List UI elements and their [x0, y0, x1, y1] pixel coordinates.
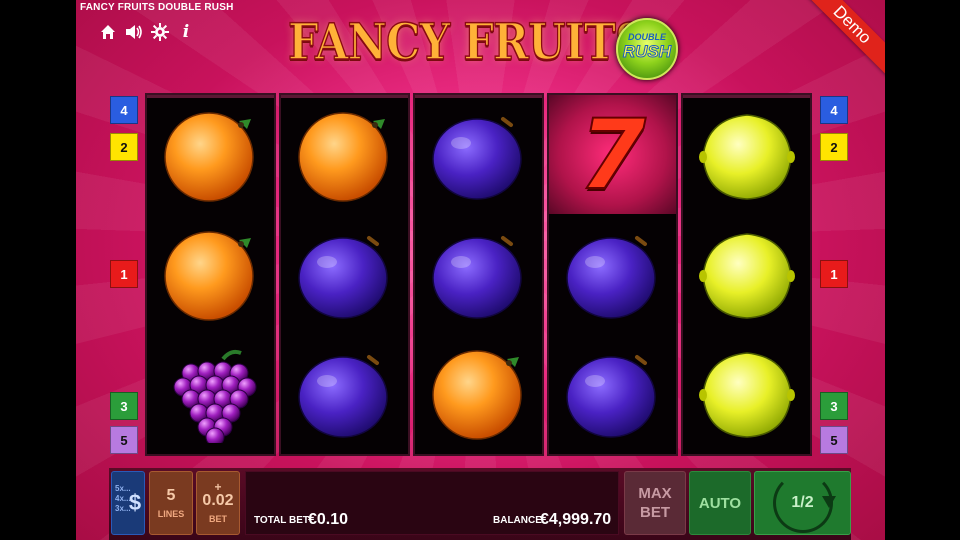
currency-paytable-button[interactable]: 5x... 4x... 3x... $: [111, 471, 145, 535]
grapes-symbol: [147, 333, 274, 452]
game-logo: FANCY FRUITS DOUBLE RUSH: [286, 10, 686, 80]
seven-symbol: 7: [549, 95, 676, 214]
spin-label: 1/2: [791, 494, 814, 511]
paytable-hint-line: 4x...: [115, 494, 131, 503]
reel-grid: 7: [145, 93, 817, 456]
spin-button[interactable]: 1/2: [754, 471, 851, 535]
max-bet-line1: MAX: [638, 485, 672, 502]
info-icon[interactable]: i: [176, 22, 196, 42]
orange-symbol: [147, 95, 274, 214]
bet-button[interactable]: + 0.02 BET: [196, 471, 240, 535]
home-icon[interactable]: [98, 22, 118, 42]
plum-symbol: [549, 214, 676, 333]
spin-arrow-icon: 1/2: [772, 473, 836, 533]
orange-symbol: [147, 214, 274, 333]
reel-1: [145, 93, 276, 456]
line-markers-left: 4 2 1 3 5: [110, 93, 140, 456]
total-bet-value: €0.10: [308, 511, 349, 528]
line-marker-5-left[interactable]: 5: [110, 426, 138, 454]
paytable-hint: 5x... 4x... 3x...: [115, 484, 131, 514]
badge-top-text: DOUBLE: [628, 32, 666, 42]
max-bet-button[interactable]: MAX BET: [624, 471, 686, 535]
reel-3: [413, 93, 544, 456]
reel-4: 7: [547, 93, 678, 456]
orange-symbol: [415, 333, 542, 452]
speaker-icon[interactable]: [124, 22, 144, 42]
balance-value: €4,999.70: [540, 511, 612, 528]
lemon-symbol: [683, 95, 810, 214]
bet-value: 0.02: [202, 492, 234, 509]
window-title: FANCY FRUITS DOUBLE RUSH: [80, 2, 234, 13]
bet-balance-display: TOTAL BET €0.10 BALANCE €4,999.70: [245, 471, 619, 535]
game-stage: FANCY FRUITS DOUBLE RUSH i FANCY FRUITS …: [76, 0, 885, 540]
badge-bottom-text: RUSH: [622, 42, 672, 62]
balance-label: BALANCE: [493, 515, 542, 526]
plum-symbol: [415, 214, 542, 333]
total-bet-label: TOTAL BET: [254, 515, 309, 526]
reel-5: [681, 93, 812, 456]
paytable-hint-line: 5x...: [115, 484, 131, 493]
line-marker-3-left[interactable]: 3: [110, 392, 138, 420]
plum-symbol: [549, 333, 676, 452]
orange-symbol: [281, 95, 408, 214]
lemon-symbol: [683, 214, 810, 333]
lines-value: 5: [166, 487, 176, 504]
control-panel: 5x... 4x... 3x... $ 5 LINES + 0.02 BET T…: [109, 468, 851, 540]
line-marker-4-left[interactable]: 4: [110, 96, 138, 124]
max-bet-line2: BET: [640, 504, 670, 521]
line-marker-1-right[interactable]: 1: [820, 260, 848, 288]
line-marker-5-right[interactable]: 5: [820, 426, 848, 454]
paytable-hint-line: 3x...: [115, 504, 131, 513]
lines-button[interactable]: 5 LINES: [149, 471, 193, 535]
auto-button[interactable]: AUTO: [689, 471, 751, 535]
gear-icon[interactable]: [150, 22, 170, 42]
logo-text: FANCY FRUITS: [287, 11, 646, 72]
line-markers-right: 4 2 1 3 5: [820, 93, 850, 456]
line-marker-1-left[interactable]: 1: [110, 260, 138, 288]
line-marker-4-right[interactable]: 4: [820, 96, 848, 124]
top-toolbar: i: [98, 22, 196, 42]
plum-symbol: [281, 214, 408, 333]
line-marker-2-left[interactable]: 2: [110, 133, 138, 161]
bet-increase-icon[interactable]: +: [214, 481, 221, 493]
seven-symbol-label: 7: [578, 98, 647, 211]
line-marker-3-right[interactable]: 3: [820, 392, 848, 420]
reel-2: [279, 93, 410, 456]
bet-label: BET: [209, 514, 227, 524]
double-rush-badge: DOUBLE RUSH: [616, 18, 678, 80]
plum-symbol: [415, 95, 542, 214]
dollar-icon: $: [128, 490, 142, 515]
lemon-symbol: [683, 333, 810, 452]
plum-symbol: [281, 333, 408, 452]
lines-label: LINES: [157, 509, 185, 519]
line-marker-2-right[interactable]: 2: [820, 133, 848, 161]
